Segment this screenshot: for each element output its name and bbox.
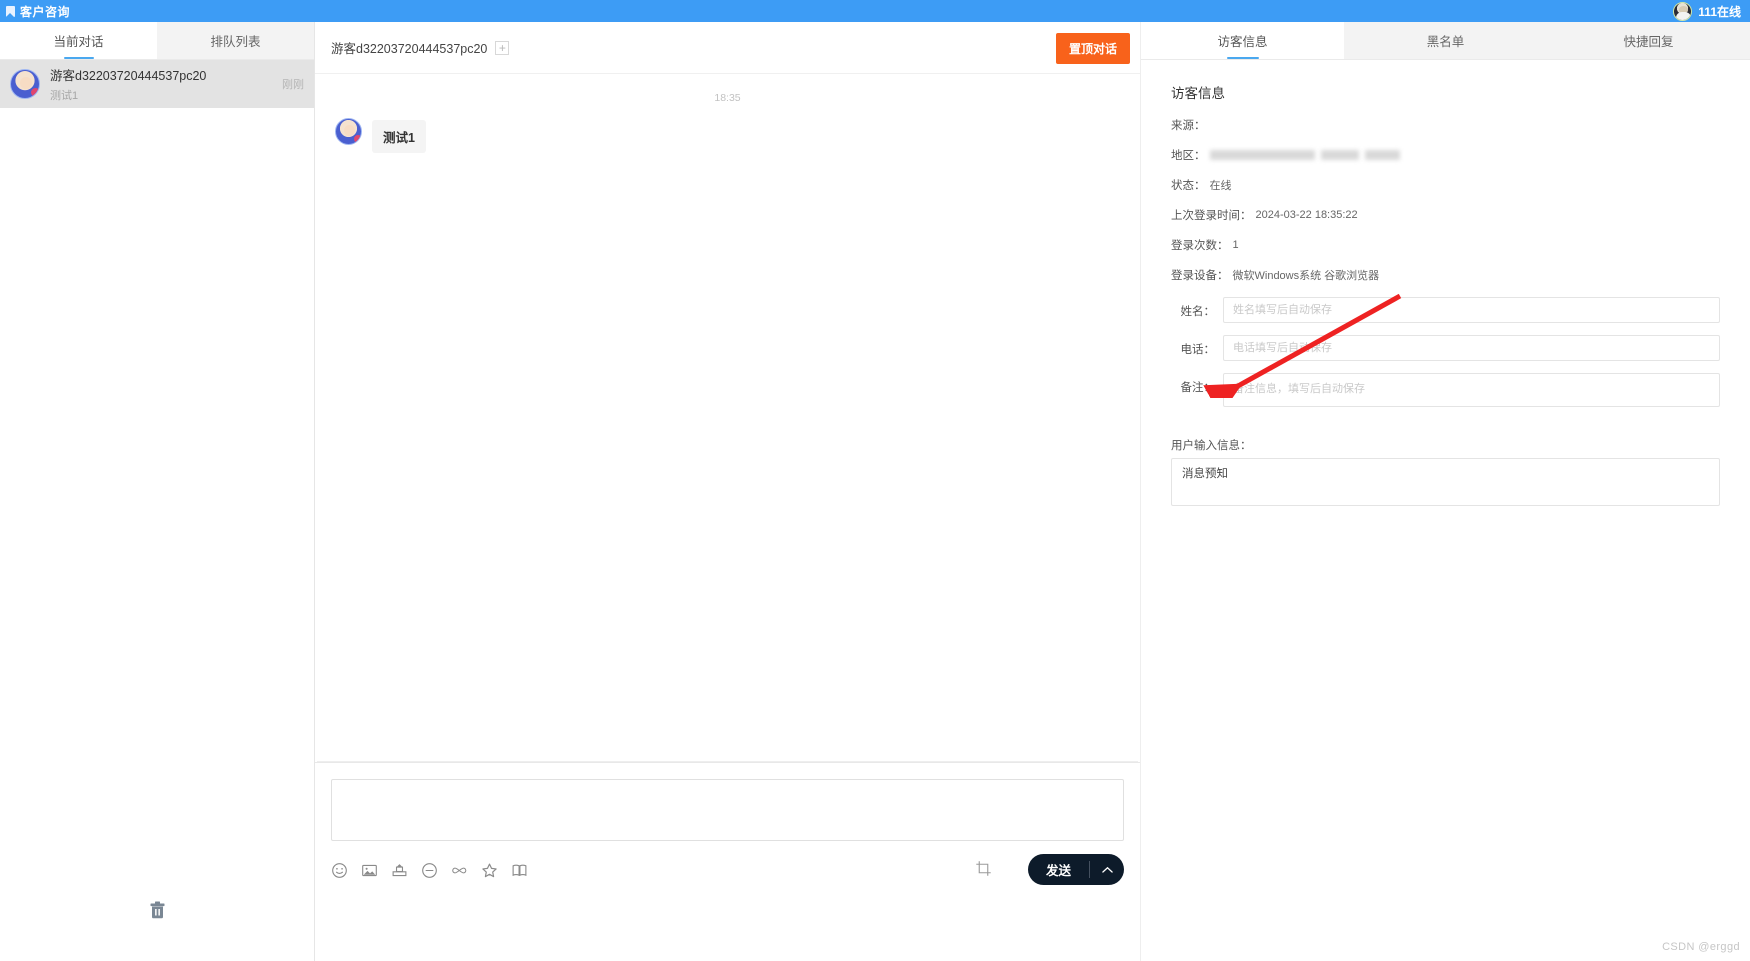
- file-upload-icon[interactable]: [391, 862, 408, 879]
- sidebar: 当前对话 排队列表 游客d32203720444537pc20 测试1 刚刚: [0, 22, 315, 961]
- agent-avatar[interactable]: [1673, 1, 1693, 21]
- right-panel-tabs: 访客信息 黑名单 快捷回复: [1141, 22, 1750, 60]
- info-value-device: 微软Windows系统 谷歌浏览器: [1232, 270, 1380, 282]
- form-label-name: 姓名：: [1180, 306, 1216, 318]
- info-label-region: 地区：: [1171, 150, 1206, 162]
- conversation-preview: 测试1: [50, 90, 79, 102]
- list-item[interactable]: 游客d32203720444537pc20 测试1 刚刚: [0, 60, 314, 108]
- info-label-device: 登录设备：: [1171, 270, 1229, 282]
- tab-blacklist-label: 黑名单: [1426, 35, 1465, 49]
- top-bar: 客户咨询 111在线: [0, 0, 1750, 22]
- message-input[interactable]: [331, 779, 1124, 841]
- conversation-time: 刚刚: [282, 79, 304, 91]
- chat-visitor-title: 游客d32203720444537pc20: [331, 42, 488, 56]
- form-row-phone: 电话：: [1171, 335, 1720, 361]
- info-row-device: 登录设备： 微软Windows系统 谷歌浏览器: [1171, 267, 1720, 283]
- info-value-login-count: 1: [1232, 239, 1239, 251]
- watermark: CSDN @erggd: [1662, 941, 1740, 953]
- sidebar-tabs: 当前对话 排队列表: [0, 22, 314, 60]
- form-label-phone: 电话：: [1180, 344, 1216, 356]
- chevron-up-icon: [1101, 866, 1113, 873]
- visitor-info-panel: 访客信息 黑名单 快捷回复 访客信息 来源： 地区： 状态： 在线 上次登录时间…: [1140, 22, 1750, 961]
- crop-icon[interactable]: [975, 860, 992, 877]
- info-value-last-login: 2024-03-22 18:35:22: [1255, 209, 1358, 221]
- avatar: [10, 69, 40, 99]
- form-row-name: 姓名：: [1171, 297, 1720, 323]
- phone-field[interactable]: [1223, 335, 1720, 361]
- online-count-label: 111在线: [1698, 4, 1741, 19]
- send-button[interactable]: 发送: [1028, 854, 1089, 885]
- visitor-info-body: 访客信息 来源： 地区： 状态： 在线 上次登录时间： 2024-03-22 1…: [1141, 60, 1750, 506]
- conversation-texts: 游客d32203720444537pc20 测试1: [50, 65, 272, 103]
- send-options-button[interactable]: [1090, 854, 1124, 885]
- conversation-name: 游客d32203720444537pc20: [50, 69, 207, 83]
- info-label-last-login: 上次登录时间：: [1171, 210, 1252, 222]
- info-label-login-count: 登录次数：: [1171, 240, 1229, 252]
- link-icon[interactable]: [451, 862, 468, 879]
- redaction-bar: [1364, 150, 1400, 160]
- message-timestamp: 18:35: [714, 92, 741, 104]
- info-row-last-login: 上次登录时间： 2024-03-22 18:35:22: [1171, 207, 1720, 223]
- message-bubble: 测试1: [372, 120, 426, 153]
- emoji-icon[interactable]: [331, 862, 348, 879]
- sidebar-footer: [0, 895, 315, 925]
- info-row-source: 来源：: [1171, 117, 1720, 133]
- message-row: 测试1: [317, 118, 1138, 153]
- info-value-region-redacted: [1209, 150, 1400, 160]
- star-icon[interactable]: [481, 862, 498, 879]
- info-row-status: 状态： 在线: [1171, 177, 1720, 193]
- image-icon[interactable]: [361, 862, 378, 879]
- tab-quick-reply-label: 快捷回复: [1623, 35, 1674, 49]
- avatar: [335, 118, 362, 145]
- name-field[interactable]: [1223, 297, 1720, 323]
- info-label-status: 状态：: [1171, 180, 1206, 192]
- top-bar-left: 客户咨询: [0, 3, 70, 20]
- status-badge: 在线: [1209, 180, 1232, 192]
- composer-toolbar: 发送: [315, 846, 1140, 894]
- message-list: 18:35 测试1: [317, 74, 1138, 762]
- user-input-preview-box: 消息预知: [1171, 458, 1720, 506]
- pin-conversation-button[interactable]: 置顶对话: [1055, 33, 1130, 64]
- info-label-source: 来源：: [1171, 120, 1206, 132]
- tab-queue-list[interactable]: 排队列表: [157, 22, 314, 59]
- user-input-section-label: 用户输入信息：: [1171, 440, 1252, 452]
- app-root: 客户咨询 111在线 当前对话 排队列表 游客d32203720444537pc…: [0, 0, 1750, 961]
- tab-visitor-info[interactable]: 访客信息: [1141, 22, 1344, 59]
- redaction-bar: [1320, 150, 1359, 160]
- minus-circle-icon[interactable]: [421, 862, 438, 879]
- section-title: 访客信息: [1171, 86, 1225, 101]
- composer-wrapper: [315, 763, 1140, 846]
- top-bar-right: 111在线: [1673, 1, 1750, 21]
- form-row-remark: 备注：: [1171, 373, 1720, 407]
- delete-conversation-button[interactable]: [143, 895, 173, 925]
- tab-quick-reply[interactable]: 快捷回复: [1547, 22, 1750, 59]
- add-tag-button[interactable]: +: [495, 40, 510, 55]
- remark-field[interactable]: [1223, 373, 1720, 407]
- tab-queue-list-label: 排队列表: [210, 35, 261, 49]
- redaction-bar: [1209, 150, 1315, 160]
- send-button-group: 发送: [1027, 854, 1124, 885]
- form-label-remark: 备注：: [1180, 382, 1216, 394]
- chat-header: 游客d32203720444537pc20 + 置顶对话: [315, 22, 1140, 74]
- toolbar-icons: [331, 862, 528, 879]
- info-row-region: 地区：: [1171, 147, 1720, 163]
- tab-blacklist[interactable]: 黑名单: [1344, 22, 1547, 59]
- tab-current-conversations[interactable]: 当前对话: [0, 22, 157, 59]
- conversation-list: 游客d32203720444537pc20 测试1 刚刚: [0, 60, 314, 108]
- chat-panel: 游客d32203720444537pc20 + 置顶对话 18:35 测试1 发…: [315, 22, 1140, 961]
- tab-current-conversations-label: 当前对话: [53, 35, 104, 49]
- trash-icon: [150, 901, 165, 919]
- app-title: 客户咨询: [20, 4, 71, 19]
- tab-visitor-info-label: 访客信息: [1217, 35, 1268, 49]
- info-row-login-count: 登录次数： 1: [1171, 237, 1720, 253]
- flag-icon: [6, 5, 15, 17]
- book-icon[interactable]: [511, 862, 528, 879]
